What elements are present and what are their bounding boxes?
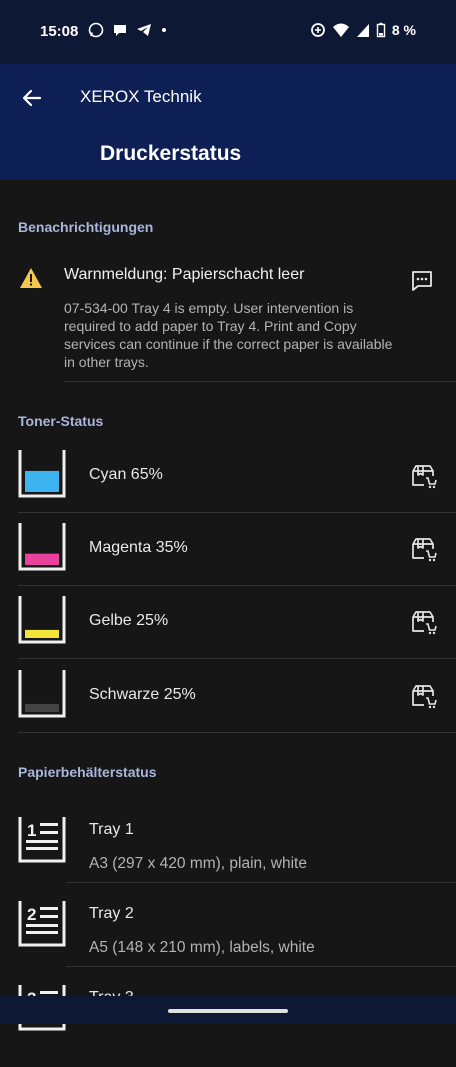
tray-icon: 1 — [18, 817, 66, 863]
divider — [18, 585, 456, 586]
tray-number: 2 — [27, 905, 36, 924]
shop-cart-icon — [412, 611, 437, 635]
order-toner-button[interactable] — [410, 682, 438, 710]
toner-fill — [25, 470, 59, 492]
whatsapp-icon — [88, 22, 104, 38]
signal-icon — [356, 24, 369, 37]
tray-name: Tray 1 — [89, 821, 134, 838]
tray-row-2[interactable]: 2 Tray 2 A5 (148 x 210 mm), labels, whit… — [0, 899, 456, 983]
toner-cartridge-icon — [18, 450, 66, 498]
divider — [18, 732, 456, 733]
feedback-message-icon — [412, 271, 432, 291]
divider — [18, 658, 456, 659]
shop-cart-icon — [412, 685, 437, 709]
telegram-icon — [137, 24, 151, 36]
system-icons: 8 % — [310, 22, 416, 38]
section-header-notifications: Benachrichtigungen — [18, 219, 154, 235]
shop-cart-icon — [412, 465, 437, 489]
toner-fill — [25, 703, 59, 712]
shop-cart-icon — [412, 538, 437, 562]
notification-icons — [88, 22, 168, 38]
battery-icon — [376, 22, 386, 38]
dot-icon — [162, 28, 166, 32]
toner-fill — [25, 553, 59, 565]
toner-fill — [25, 629, 59, 638]
order-toner-button[interactable] — [410, 462, 438, 490]
home-gesture-handle[interactable] — [168, 1009, 288, 1013]
tray-description: A5 (148 x 210 mm), labels, white — [89, 939, 315, 956]
toner-label: Magenta 35% — [89, 539, 188, 556]
wifi-icon — [332, 23, 349, 37]
page-title: Druckerstatus — [100, 142, 242, 165]
tray-icon: 2 — [18, 901, 66, 947]
notification-body: 07-534-00 Tray 4 is empty. User interven… — [64, 300, 393, 370]
data-saver-icon — [310, 23, 325, 37]
chat-icon — [114, 25, 126, 36]
toner-cartridge-icon — [18, 523, 66, 571]
warning-icon — [20, 268, 42, 288]
order-toner-button[interactable] — [410, 535, 438, 563]
toner-label: Gelbe 25% — [89, 612, 169, 629]
tray-name: Tray 2 — [89, 905, 134, 922]
tray-number: 1 — [27, 821, 36, 840]
notification-title: Warnmeldung: Papierschacht leer — [64, 266, 305, 283]
section-header-trays: Papierbehälterstatus — [18, 764, 157, 780]
toner-label: Cyan 65% — [89, 466, 163, 483]
order-toner-button[interactable] — [410, 608, 438, 636]
navigation-bar — [0, 996, 456, 1024]
battery-percentage: 8 % — [391, 22, 416, 38]
status-time: 15:08 — [40, 23, 79, 40]
status-bar: 15:08 8 % — [0, 0, 456, 64]
divider — [66, 966, 456, 967]
divider — [66, 882, 456, 883]
app-bar: XEROX Technik Druckerstatus — [0, 64, 456, 180]
divider — [18, 512, 456, 513]
toner-cartridge-icon — [18, 596, 66, 644]
tray-description: A3 (297 x 420 mm), plain, white — [89, 855, 307, 872]
toner-cartridge-icon — [18, 670, 66, 718]
section-header-toner: Toner-Status — [18, 413, 104, 429]
arrow-left-icon — [22, 89, 42, 107]
back-button[interactable] — [18, 84, 46, 112]
feedback-button[interactable] — [408, 267, 436, 295]
toner-label: Schwarze 25% — [89, 686, 196, 703]
tray-row-1[interactable]: 1 Tray 1 A3 (297 x 420 mm), plain, white — [0, 815, 456, 899]
divider — [64, 381, 456, 382]
app-title: XEROX Technik — [80, 87, 202, 106]
notification-item[interactable]: Warnmeldung: Papierschacht leer 07-534-0… — [0, 252, 456, 382]
